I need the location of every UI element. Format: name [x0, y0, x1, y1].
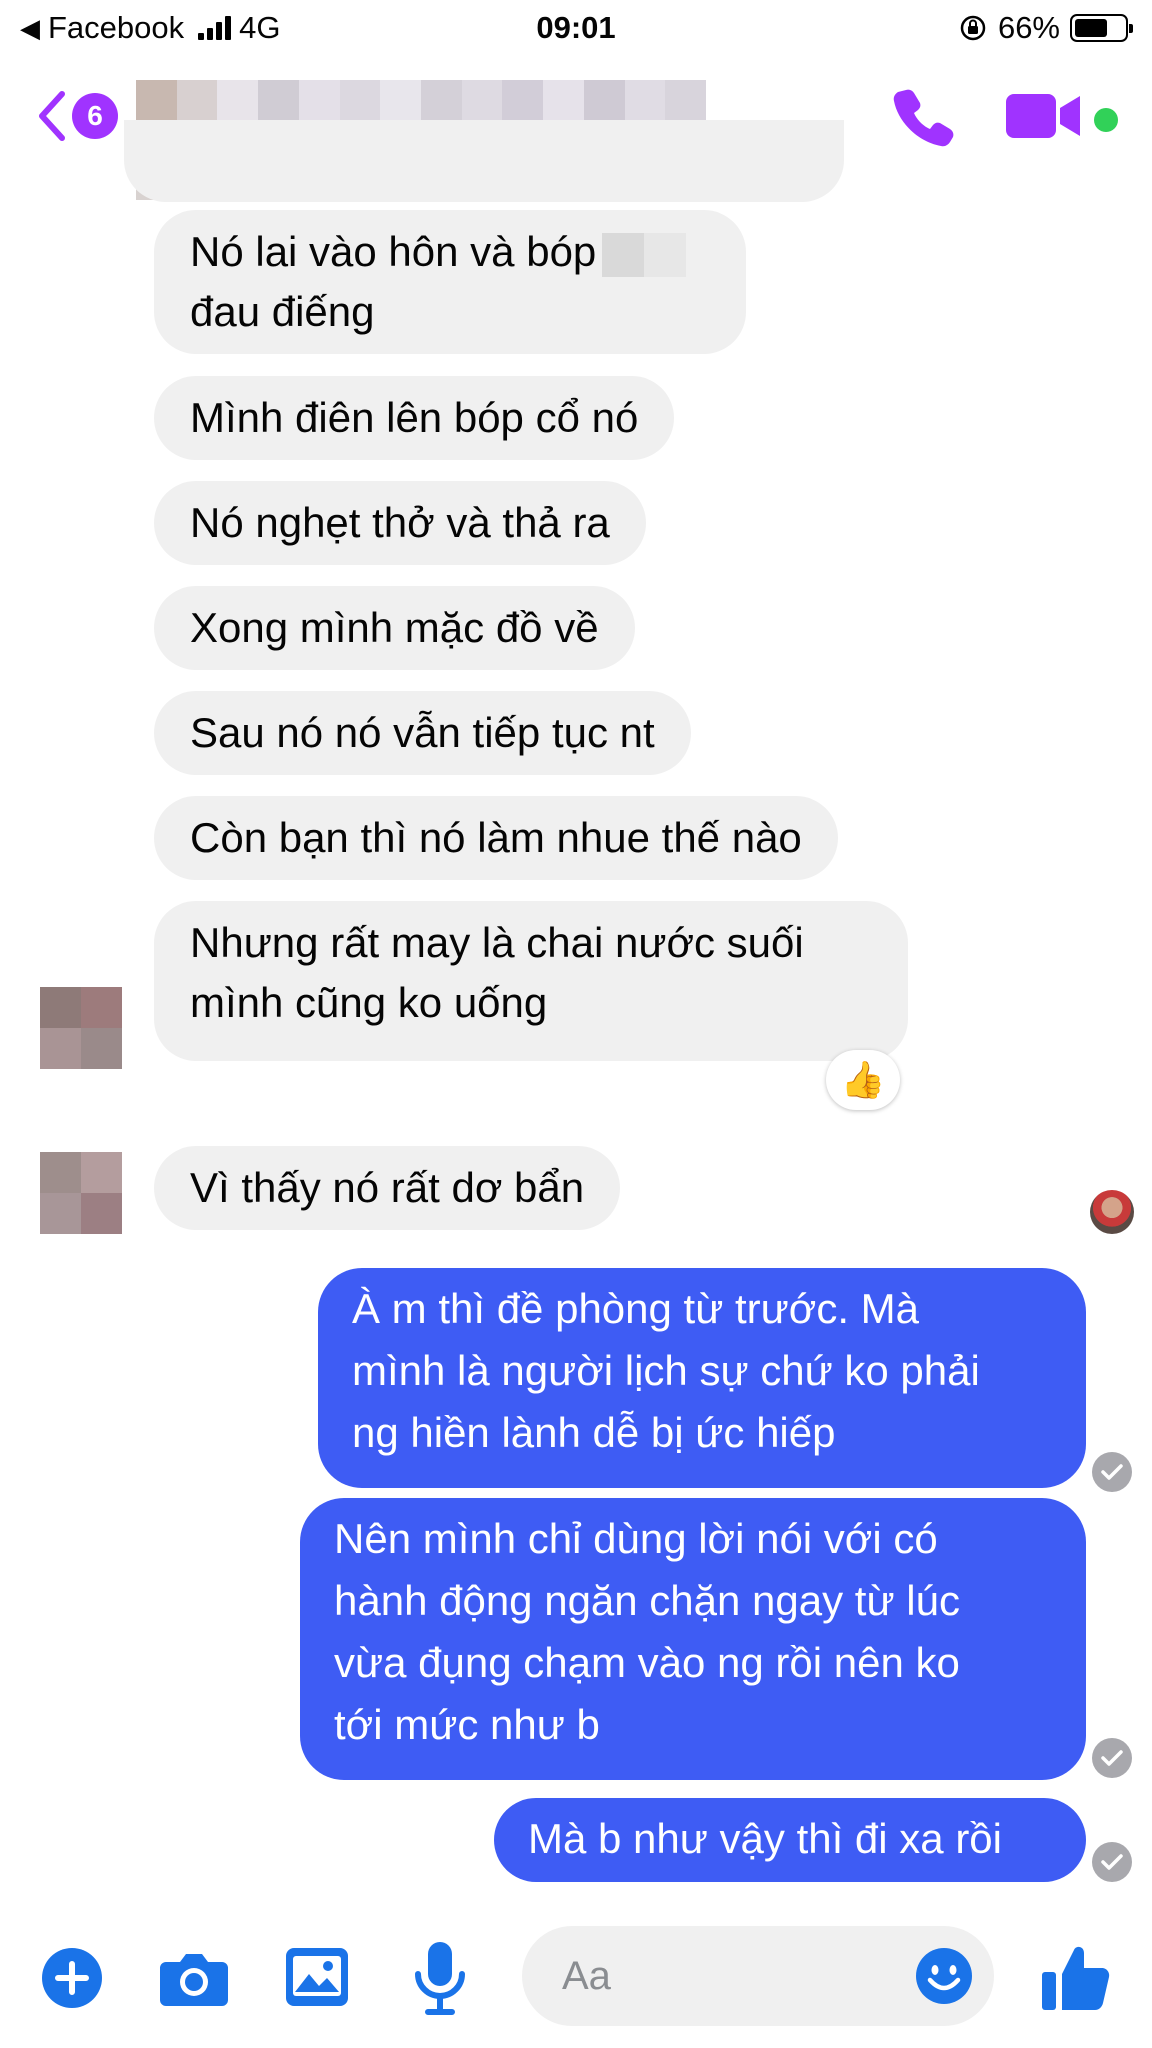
- incoming-message[interactable]: Nó lai vào hôn và bóp đau điếng: [154, 210, 746, 354]
- message-line: À m thì đề phòng từ trước. Mà: [352, 1285, 919, 1332]
- incoming-message[interactable]: Xong mình mặc đồ về: [154, 586, 635, 670]
- incoming-message[interactable]: Còn bạn thì nó làm nhue thế nào: [154, 796, 838, 880]
- emoji-button[interactable]: [914, 1946, 974, 2006]
- back-chevron-icon: [39, 91, 65, 141]
- video-call-button[interactable]: [1004, 88, 1084, 144]
- status-bar: ◀ Facebook 4G 09:01 66%: [0, 0, 1152, 58]
- message-line: Nó lai vào hôn và bóp: [190, 222, 710, 282]
- gallery-button[interactable]: [284, 1946, 350, 2008]
- sender-avatar-censored[interactable]: [40, 1152, 122, 1234]
- incoming-message[interactable]: Sau nó nó vẫn tiếp tục nt: [154, 691, 691, 775]
- read-receipt-avatar: [1090, 1190, 1134, 1234]
- status-right: 66%: [958, 10, 1133, 46]
- partial-message-bubble: [124, 120, 844, 202]
- voice-record-button[interactable]: [412, 1940, 468, 2016]
- message-input[interactable]: [562, 1950, 862, 2002]
- orientation-lock-icon: [960, 15, 986, 41]
- message-composer[interactable]: [522, 1926, 994, 2026]
- battery-icon: [1070, 14, 1133, 42]
- like-thumb-icon: [1042, 1946, 1110, 2010]
- thumbs-up-reaction-icon: 👍: [840, 1059, 886, 1100]
- back-button[interactable]: 6: [34, 86, 124, 146]
- message-line: hành động ngăn chặn ngay từ lúc: [334, 1577, 960, 1624]
- more-actions-button[interactable]: [40, 1946, 104, 2010]
- message-line: mình là người lịch sự chứ ko phải: [352, 1347, 980, 1394]
- camera-button[interactable]: [158, 1948, 230, 2008]
- sent-check-icon: [1092, 1452, 1132, 1492]
- message-line: Nên mình chỉ dùng lời nói với có: [334, 1515, 938, 1562]
- message-text: Nó nghẹt thở và thả ra: [190, 499, 610, 546]
- message-text: Còn bạn thì nó làm nhue thế nào: [190, 814, 802, 861]
- outgoing-message[interactable]: À m thì đề phòng từ trước. Mà mình là ng…: [318, 1268, 1086, 1488]
- message-line: Nhưng rất may là chai nước suối: [190, 919, 804, 966]
- message-line: vừa đụng chạm vào ng rồi nên ko: [334, 1639, 960, 1686]
- incoming-message[interactable]: Nhưng rất may là chai nước suối mình cũn…: [154, 901, 908, 1061]
- voice-call-button[interactable]: [892, 84, 956, 148]
- message-text: Mình điên lên bóp cổ nó: [190, 394, 639, 441]
- incoming-message[interactable]: Mình điên lên bóp cổ nó: [154, 376, 675, 460]
- video-camera-icon: [1006, 94, 1080, 138]
- sender-avatar-censored[interactable]: [40, 987, 122, 1069]
- message-text: Xong mình mặc đồ về: [190, 604, 599, 651]
- incoming-message[interactable]: Nó nghẹt thở và thả ra: [154, 481, 646, 565]
- incoming-message[interactable]: Vì thấy nó rất dơ bẩn: [154, 1146, 621, 1230]
- microphone-icon: [415, 1942, 465, 2015]
- message-line: mình cũng ko uống: [190, 979, 548, 1026]
- camera-icon: [160, 1954, 228, 2006]
- phone-icon: [893, 89, 954, 147]
- emoji-icon: [916, 1948, 972, 2004]
- message-text: Sau nó nó vẫn tiếp tục nt: [190, 709, 655, 756]
- online-status-dot: [1094, 108, 1118, 132]
- battery-percent: 66%: [997, 10, 1060, 45]
- image-icon: [286, 1948, 348, 2006]
- message-line: ng hiền lành dễ bị ức hiếp: [352, 1409, 836, 1456]
- message-text: Vì thấy nó rất dơ bẩn: [190, 1164, 585, 1211]
- send-like-button[interactable]: [1040, 1940, 1114, 2014]
- plus-icon: [42, 1948, 102, 2008]
- message-line: tới mức như b: [334, 1701, 600, 1748]
- outgoing-message[interactable]: Nên mình chỉ dùng lời nói với có hành độ…: [300, 1498, 1086, 1780]
- censored-word: [602, 232, 687, 277]
- unread-count-badge: 6: [72, 93, 118, 139]
- outgoing-message[interactable]: Mà b như vậy thì đi xa rồi: [494, 1798, 1086, 1882]
- message-line: đau điếng: [190, 288, 375, 335]
- reaction-badge[interactable]: 👍: [826, 1050, 900, 1110]
- sent-check-icon: [1092, 1842, 1132, 1882]
- sent-check-icon: [1092, 1738, 1132, 1778]
- message-text: Mà b như vậy thì đi xa rồi: [528, 1815, 1002, 1862]
